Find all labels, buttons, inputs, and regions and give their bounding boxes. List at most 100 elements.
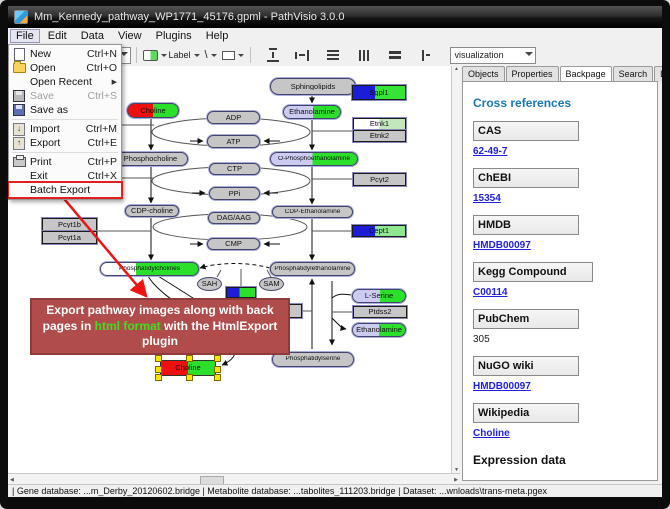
menu-item-open-recent[interactable]: Open Recent ▶ [9, 75, 121, 89]
scroll-up-icon[interactable]: ▲ [454, 66, 459, 72]
tab-objects[interactable]: Objects [462, 66, 505, 82]
xref-link[interactable]: 62-49-7 [473, 146, 507, 157]
node-cmp[interactable]: CMP [207, 238, 260, 250]
align-center-y-icon [295, 50, 309, 61]
file-menu-dropdown: New Ctrl+N Open Ctrl+O Open Recent ▶ Sav… [8, 44, 122, 200]
menu-item-exit[interactable]: Exit Ctrl+X [9, 169, 121, 183]
title-bar[interactable]: Mm_Kennedy_pathway_WP1771_45176.gpml - P… [8, 6, 662, 28]
visualization-value: visualization [455, 50, 504, 60]
distribute-rows-button[interactable] [324, 46, 342, 64]
node-pemt[interactable] [226, 287, 256, 298]
tab-properties[interactable]: Properties [506, 66, 559, 82]
node-cept1[interactable]: Cept1 [352, 225, 406, 237]
node-pcyt1b[interactable]: Pcyt1b [42, 218, 97, 231]
node-cdp-ethanolamine[interactable]: CDP-Ethanolamine [272, 206, 353, 218]
shape-button[interactable] [222, 46, 244, 64]
selection-handle[interactable] [214, 355, 221, 362]
print-icon [13, 157, 26, 167]
selection-handle[interactable] [186, 355, 193, 362]
xref-section-title: PubChem [473, 309, 579, 329]
node-sphingolipids[interactable]: Sphingolipids [270, 78, 356, 95]
node-ethanolamine-2[interactable]: Ethanolamine [352, 323, 406, 337]
node-atp[interactable]: ATP [207, 135, 260, 148]
stack-button[interactable] [386, 46, 404, 64]
node-phosphatidylcholines[interactable]: Phosphatidylcholines [100, 262, 199, 276]
xref-link[interactable]: HMDB00097 [473, 381, 531, 392]
xref-section-title: CAS [473, 121, 579, 141]
gene-node-icon [143, 50, 158, 61]
menu-help[interactable]: Help [200, 29, 235, 43]
node-phosphocholine[interactable]: Phosphocholine [113, 152, 188, 166]
xref-section-title: Wikipedia [473, 403, 579, 423]
visualization-combobox[interactable]: visualization [450, 47, 536, 64]
gene-node-button[interactable] [143, 46, 167, 64]
node-ppi[interactable]: PPi [209, 187, 260, 200]
node-etnk2[interactable]: Etnk2 [353, 130, 406, 142]
selection-handle[interactable] [214, 366, 221, 373]
xref-link[interactable]: Choline [473, 428, 510, 439]
xref-link[interactable]: C00114 [473, 287, 507, 298]
expression-data-heading: Expression data [473, 453, 657, 467]
menu-item-export[interactable]: ↑ Export Ctrl+E [9, 136, 121, 150]
chevron-down-icon [194, 54, 200, 60]
selection-handle[interactable] [155, 374, 162, 381]
toolbar-separator [250, 47, 251, 63]
tab-backpage[interactable]: Backpage [560, 66, 612, 82]
distribute-columns-icon [359, 50, 369, 61]
menu-item-open[interactable]: Open Ctrl+O [9, 61, 121, 75]
menu-plugins[interactable]: Plugins [150, 29, 198, 43]
line-button[interactable]: \ [202, 46, 220, 64]
menu-item-print[interactable]: Print Ctrl+P [9, 155, 121, 169]
import-icon: ↓ [13, 123, 25, 136]
node-ethanolamine[interactable]: Ethanolamine [283, 105, 341, 119]
node-sah[interactable]: SAH [197, 277, 222, 291]
node-sgpl1[interactable]: Sgpl1 [352, 85, 406, 100]
menu-data[interactable]: Data [75, 29, 110, 43]
node-dag[interactable]: DAG/AAG [208, 212, 260, 224]
node-sam[interactable]: SAM [259, 277, 284, 291]
node-etnk1[interactable]: Etnk1 [353, 118, 406, 130]
node-choline[interactable]: Choline [127, 103, 179, 118]
menu-item-import[interactable]: ↓ Import Ctrl+M [9, 122, 121, 136]
selection-handle[interactable] [186, 374, 193, 381]
xref-value: 305 [473, 334, 490, 345]
node-adp[interactable]: ADP [207, 111, 260, 124]
node-pcyt2[interactable]: Pcyt2 [353, 173, 406, 186]
node-pcyt1a[interactable]: Pcyt1a [42, 231, 97, 244]
label-button[interactable]: Label [169, 46, 200, 64]
selection-handle[interactable] [214, 374, 221, 381]
selection-handle[interactable] [155, 366, 162, 373]
chevron-down-icon [525, 52, 533, 60]
backpage-content[interactable]: Cross references CAS 62-49-7 ChEBI 15354… [462, 81, 658, 481]
node-o-phosphoethanolamine[interactable]: O-Phosphoethanolamine [270, 152, 358, 166]
selection-handle[interactable] [155, 355, 162, 362]
menu-item-save[interactable]: Save Ctrl+S [9, 89, 121, 103]
menu-edit[interactable]: Edit [42, 29, 73, 43]
align-center-x-button[interactable] [264, 46, 282, 64]
xref-link[interactable]: HMDB00097 [473, 240, 531, 251]
xref-link[interactable]: 15354 [473, 193, 501, 204]
tab-search[interactable]: Search [613, 66, 654, 82]
menu-item-new[interactable]: New Ctrl+N [9, 47, 121, 61]
menu-item-batch-export[interactable]: Batch Export [9, 183, 121, 197]
menu-item-save-as[interactable]: Save as [9, 103, 121, 117]
node-ctp[interactable]: CTP [209, 163, 260, 175]
node-choline-selected[interactable]: Choline [160, 360, 216, 376]
menu-view[interactable]: View [112, 29, 148, 43]
tab-legend[interactable]: Legend [654, 66, 662, 82]
menu-file[interactable]: File [10, 29, 40, 43]
node-phosphatidylethanolamine[interactable]: Phosphatidylethanolamine [270, 262, 355, 276]
scale-button[interactable] [417, 46, 435, 64]
scroll-right-icon[interactable]: ▶ [454, 477, 458, 483]
node-cdp-choline[interactable]: CDP-choline [125, 205, 179, 217]
node-ptdss2[interactable]: Ptdss2 [353, 306, 407, 318]
app-body: File Edit Data View Plugins Help Zoom: 1… [8, 28, 662, 497]
node-l-serine[interactable]: L-Serine [352, 289, 406, 303]
scroll-left-icon[interactable]: ◀ [10, 477, 14, 483]
pathvisio-app-icon [14, 10, 28, 24]
distribute-rows-icon [327, 50, 339, 60]
scale-icon [422, 50, 430, 61]
distribute-columns-button[interactable] [355, 46, 373, 64]
align-center-y-button[interactable] [293, 46, 311, 64]
callout-text-after: with the HtmlExport plugin [142, 319, 277, 349]
